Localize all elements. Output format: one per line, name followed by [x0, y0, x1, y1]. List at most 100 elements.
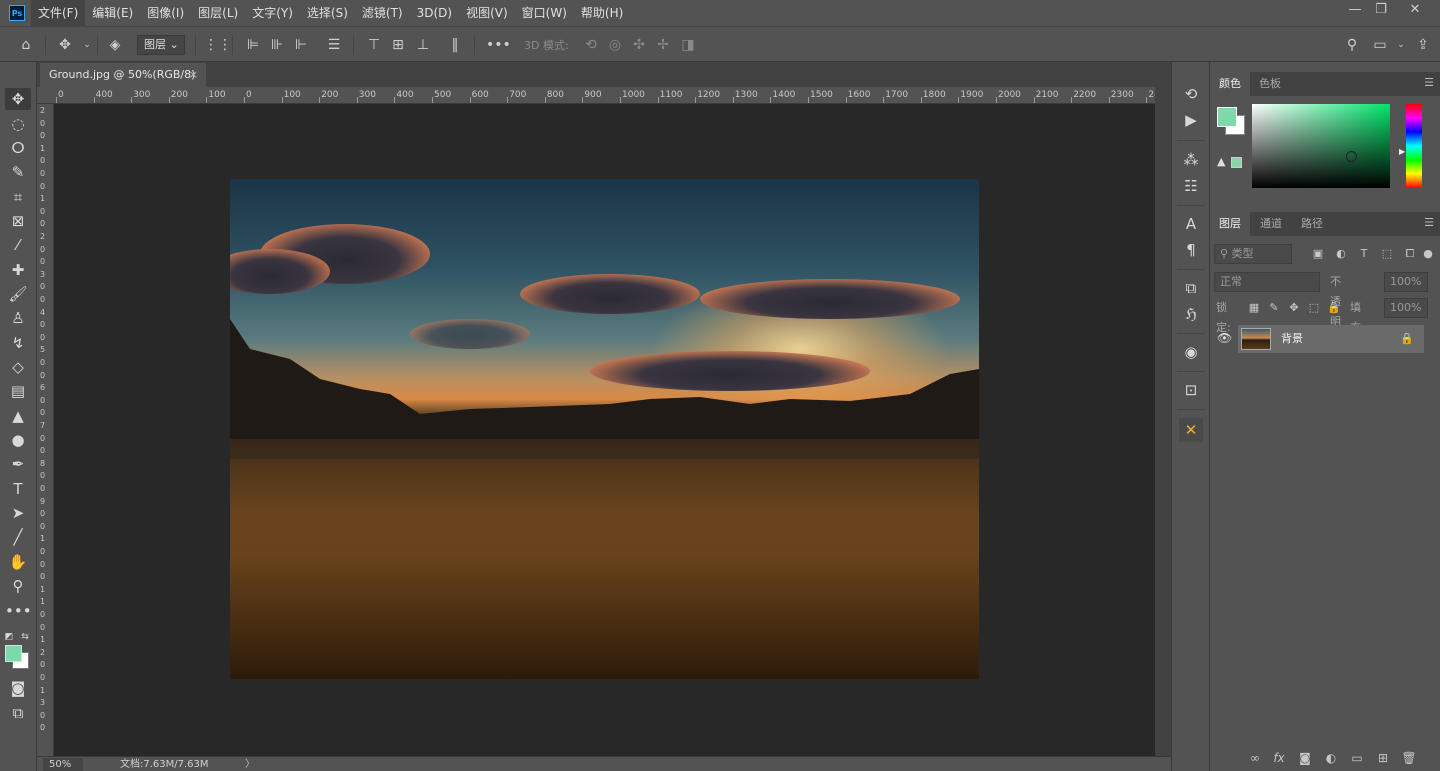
color-picker-ring[interactable] — [1346, 151, 1357, 162]
filter-adjustment-icon[interactable]: ◐ — [1333, 244, 1349, 264]
lock-all-icon[interactable]: 🔒 — [1326, 298, 1342, 318]
canvas-area[interactable] — [54, 104, 1155, 756]
tools-cross-icon[interactable]: ✕ — [1179, 418, 1203, 442]
frame-tool-icon[interactable]: ⊠ — [5, 210, 31, 232]
document-tab[interactable]: Ground.jpg @ 50%(RGB/8) × — [40, 63, 206, 87]
color-picker-field[interactable] — [1252, 104, 1390, 188]
opacity-field[interactable]: 100% — [1384, 272, 1428, 292]
chevron-down-icon[interactable]: ⌄ — [78, 36, 96, 54]
auto-select-layers-icon[interactable]: ◈ — [106, 36, 124, 54]
tab-paths[interactable]: 路径 — [1292, 212, 1332, 236]
distribute-vertical-icon[interactable]: ‖ — [446, 36, 464, 54]
blur-tool-icon[interactable]: ▲ — [5, 405, 31, 427]
menu-view[interactable]: 视图(V) — [459, 0, 515, 26]
lock-image-icon[interactable]: ✎ — [1266, 298, 1282, 318]
restore-button[interactable]: ❐ — [1366, 0, 1396, 20]
menu-edit[interactable]: 编辑(E) — [85, 0, 140, 26]
glyphs-panel-icon[interactable]: ⧉ — [1179, 276, 1203, 300]
edit-toolbar-icon[interactable]: ••• — [5, 600, 32, 622]
lock-icon[interactable]: 🔒 — [1400, 325, 1414, 353]
adjustment-layer-icon[interactable]: ◐ — [1322, 751, 1340, 765]
align-left-icon[interactable]: ⊫ — [244, 36, 262, 54]
hand-tool-icon[interactable]: ✋ — [5, 551, 31, 573]
more-options-icon[interactable]: ••• — [486, 36, 511, 54]
line-tool-icon[interactable]: ╱ — [5, 526, 31, 548]
layer-row[interactable]: 背景 🔒 — [1238, 325, 1424, 353]
horizontal-ruler[interactable]: 0 400 300 200 100 0 100 200 300 400 500 600 700 800 90… — [37, 87, 1155, 104]
gradient-tool-icon[interactable]: ▤ — [5, 380, 31, 402]
align-right-icon[interactable]: ⊩ — [292, 36, 310, 54]
filter-pixel-icon[interactable]: ▣ — [1310, 244, 1326, 264]
menu-select[interactable]: 选择(S) — [300, 0, 355, 26]
menu-image[interactable]: 图像(I) — [140, 0, 191, 26]
menu-type[interactable]: 文字(Y) — [245, 0, 300, 26]
share-icon[interactable]: ⇪ — [1414, 36, 1432, 54]
type-tool-icon[interactable]: T — [5, 478, 31, 500]
tab-color[interactable]: 颜色 — [1210, 72, 1250, 96]
layer-name[interactable]: 背景 — [1281, 325, 1303, 353]
filter-shape-icon[interactable]: ⬚ — [1379, 244, 1395, 264]
document-info[interactable]: 文档:7.63M/7.63M — [120, 758, 209, 771]
vertical-scrollbar[interactable] — [1155, 87, 1171, 756]
panel-menu-icon[interactable]: ☰ — [1424, 76, 1434, 89]
eye-icon[interactable]: 👁 — [1217, 331, 1232, 345]
filter-toggle-icon[interactable]: ● — [1420, 244, 1436, 264]
brush-settings-icon[interactable]: ⁂ — [1179, 148, 1203, 172]
link-layers-icon[interactable]: ∞ — [1246, 751, 1264, 765]
gamut-color-swatch[interactable] — [1231, 157, 1242, 168]
move-tool-icon[interactable]: ✥ — [5, 88, 31, 110]
foreground-color-swatch[interactable] — [5, 645, 22, 662]
tab-swatches[interactable]: 色板 — [1250, 72, 1290, 96]
hue-slider[interactable] — [1406, 104, 1422, 188]
home-icon[interactable]: ⌂ — [17, 36, 35, 54]
menu-window[interactable]: 窗口(W) — [515, 0, 574, 26]
screen-mode-icon[interactable]: ⧉ — [5, 702, 31, 724]
auto-select-dropdown[interactable]: 图层 ⌄ — [137, 35, 185, 55]
focus-area-icon[interactable]: ⊡ — [1179, 378, 1203, 402]
quick-selection-tool-icon[interactable]: ✎ — [5, 161, 31, 183]
document-image[interactable] — [230, 179, 979, 679]
dodge-tool-icon[interactable]: ● — [5, 429, 31, 451]
workspace-chevron-icon[interactable]: ⌄ — [1392, 36, 1410, 54]
layer-style-icon[interactable]: fx — [1270, 751, 1288, 765]
filter-smart-object-icon[interactable]: ⧠ — [1402, 244, 1418, 264]
vertical-ruler[interactable]: 2 0 0 1 0 0 0 1 0 0 2 0 0 3 0 0 4 0 0 5 0 0 6 0 0 7 0 0 8 0 0 9 0 0 1 0 0 0 1 1… — [37, 104, 54, 756]
lock-position-icon[interactable]: ✥ — [1286, 298, 1302, 318]
menu-file[interactable]: 文件(F) — [31, 0, 86, 26]
status-menu-arrow[interactable]: 〉 — [245, 758, 255, 771]
adjustments-icon[interactable]: ☷ — [1179, 174, 1203, 198]
workspace-icon[interactable]: ▭ — [1371, 36, 1389, 54]
panel-menu-icon[interactable]: ☰ — [1424, 216, 1434, 229]
move-tool-icon[interactable]: ✥ — [56, 36, 74, 54]
align-middle-icon[interactable]: ⊞ — [389, 36, 407, 54]
menu-layer[interactable]: 图层(L) — [191, 0, 245, 26]
lock-transparent-icon[interactable]: ▦ — [1246, 298, 1262, 318]
filter-type-icon[interactable]: T — [1356, 244, 1372, 264]
close-icon[interactable]: × — [189, 63, 198, 87]
pen-tool-icon[interactable]: ✒ — [5, 453, 31, 475]
eraser-tool-icon[interactable]: ◇ — [5, 356, 31, 378]
trash-icon[interactable]: 🗑 — [1400, 751, 1418, 765]
blend-mode-dropdown[interactable]: 正常 — [1214, 272, 1320, 292]
distribute-horizontal-icon[interactable]: ☰ — [325, 36, 343, 54]
align-center-icon[interactable]: ⊪ — [268, 36, 286, 54]
gamut-warning-icon[interactable]: ▲ — [1217, 155, 1225, 168]
zoom-tool-icon[interactable]: ⚲ — [5, 575, 31, 597]
foreground-color-swatch[interactable] — [1217, 107, 1237, 127]
brush-tool-icon[interactable]: 🖌 — [5, 283, 31, 305]
lasso-tool-icon[interactable]: ⵔ — [5, 137, 31, 159]
align-bottom-icon[interactable]: ⊥ — [414, 36, 432, 54]
add-mask-icon[interactable]: ◙ — [1296, 751, 1314, 765]
layer-filter-dropdown[interactable]: ⚲ 类型 — [1214, 244, 1292, 264]
clone-stamp-tool-icon[interactable]: ♙ — [5, 307, 31, 329]
eyedropper-tool-icon[interactable]: ⁄ — [5, 234, 31, 256]
zoom-level-field[interactable]: 50% — [43, 758, 83, 771]
close-window-button[interactable]: ✕ — [1400, 0, 1430, 20]
crop-tool-icon[interactable]: ⌗ — [5, 186, 31, 208]
menu-3d[interactable]: 3D(D) — [410, 0, 459, 26]
camera-panel-icon[interactable]: ◉ — [1179, 340, 1203, 364]
tab-channels[interactable]: 通道 — [1251, 212, 1291, 236]
menu-help[interactable]: 帮助(H) — [574, 0, 630, 26]
transform-controls-icon[interactable]: ⋮⋮ — [204, 36, 232, 54]
path-selection-tool-icon[interactable]: ➤ — [5, 502, 31, 524]
